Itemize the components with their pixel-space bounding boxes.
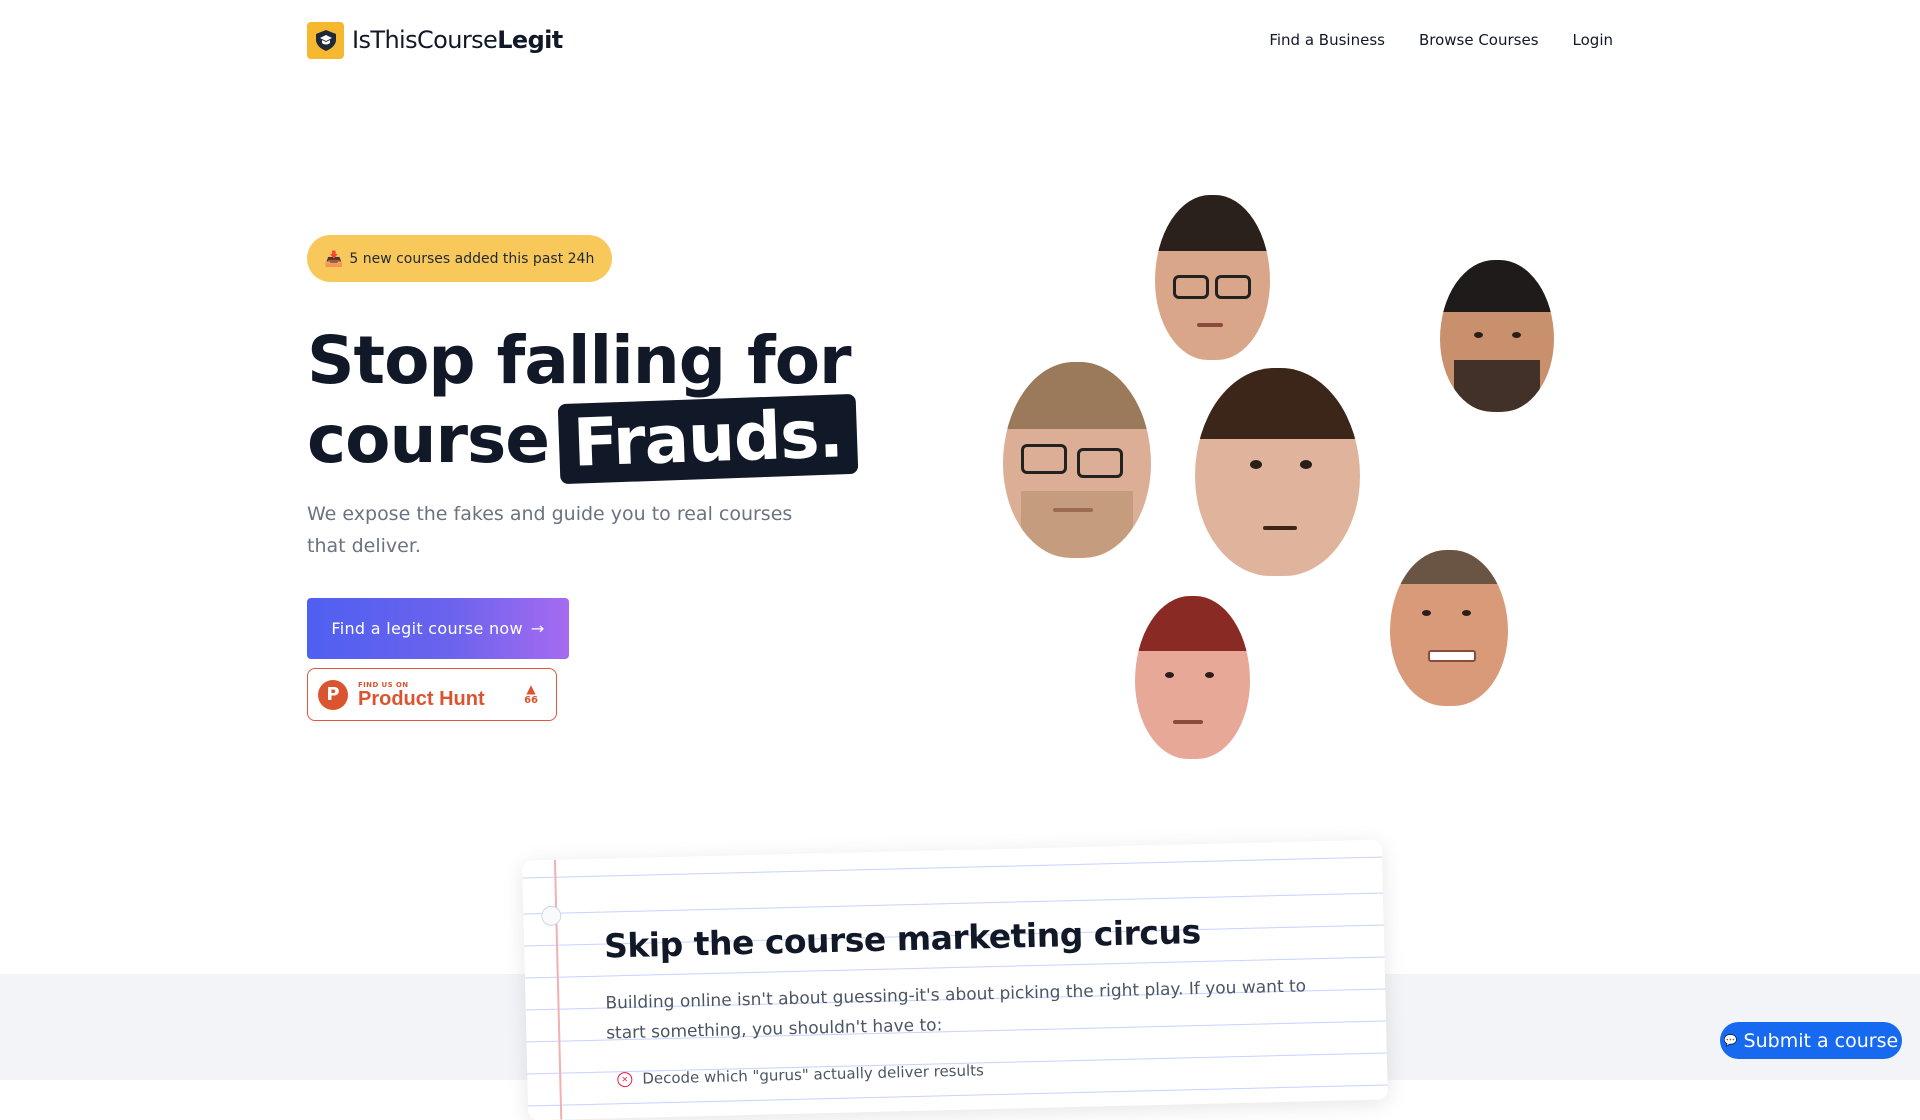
- face-photo-center: [1195, 368, 1360, 576]
- card-text: Building online isn't about guessing-it'…: [605, 976, 1307, 1044]
- face-photo-bottom-right: [1390, 550, 1508, 706]
- product-hunt-votes: ▲ 66: [524, 683, 538, 706]
- card-title: Skip the course marketing circus: [603, 911, 1202, 966]
- submit-label: Submit a course: [1743, 1029, 1899, 1052]
- headline-prefix: course: [307, 400, 550, 478]
- nav-find-business[interactable]: Find a Business: [1269, 31, 1385, 49]
- headline-highlight: Frauds.: [557, 393, 858, 485]
- card-list-item: ✕ Decode which "gurus" actually deliver …: [617, 1061, 984, 1088]
- hero-subtitle: We expose the fakes and guide you to rea…: [307, 503, 793, 557]
- card-margin-line: [553, 859, 563, 1120]
- new-courses-badge: 📥 5 new courses added this past 24h: [307, 235, 612, 282]
- product-hunt-logo-icon: P: [318, 679, 348, 710]
- vote-count: 66: [524, 695, 538, 706]
- product-hunt-big-label: Product Hunt: [358, 687, 485, 710]
- inbox-tray-icon: 📥: [324, 249, 344, 268]
- face-photo-beard-right: [1440, 260, 1554, 412]
- face-photo-glasses-top: [1155, 195, 1270, 360]
- hero-headline: Stop falling for course Frauds.: [307, 322, 867, 485]
- headline-line-2: course Frauds.: [307, 393, 867, 485]
- nav-browse-courses[interactable]: Browse Courses: [1419, 31, 1539, 49]
- arrow-right-icon: →: [530, 619, 545, 638]
- chat-bubble-icon: 💬: [1723, 1034, 1738, 1047]
- upvote-triangle-icon: ▲: [526, 682, 536, 696]
- product-hunt-badge[interactable]: P FIND US ON Product Hunt ▲ 66: [307, 668, 557, 721]
- brand-name: IsThisCourseLegit: [352, 26, 563, 54]
- cta-label: Find a legit course now: [331, 619, 523, 638]
- badge-text: 5 new courses added this past 24h: [349, 250, 595, 267]
- site-header: IsThisCourseLegit Find a Business Browse…: [307, 20, 1613, 60]
- card-punch-hole: [541, 905, 562, 927]
- main-nav: Find a Business Browse Courses Login: [1269, 31, 1613, 49]
- brand-logo[interactable]: IsThisCourseLegit: [307, 21, 563, 59]
- notebook-card: Skip the course marketing circus Buildin…: [521, 839, 1389, 1120]
- submit-course-button[interactable]: 💬 Submit a course: [1720, 1022, 1902, 1059]
- face-photo-glasses-left: [1003, 362, 1151, 558]
- x-circle-icon: ✕: [617, 1071, 633, 1087]
- shield-graduation-cap-icon: [307, 21, 344, 59]
- card-list-item-text: Decode which "gurus" actually deliver re…: [642, 1061, 985, 1088]
- find-legit-course-button[interactable]: Find a legit course now →: [307, 598, 569, 659]
- product-hunt-text: FIND US ON Product Hunt: [358, 681, 485, 709]
- nav-login[interactable]: Login: [1573, 31, 1613, 49]
- face-photo-bottom-center: [1135, 596, 1250, 759]
- headline-line-1: Stop falling for: [307, 322, 852, 399]
